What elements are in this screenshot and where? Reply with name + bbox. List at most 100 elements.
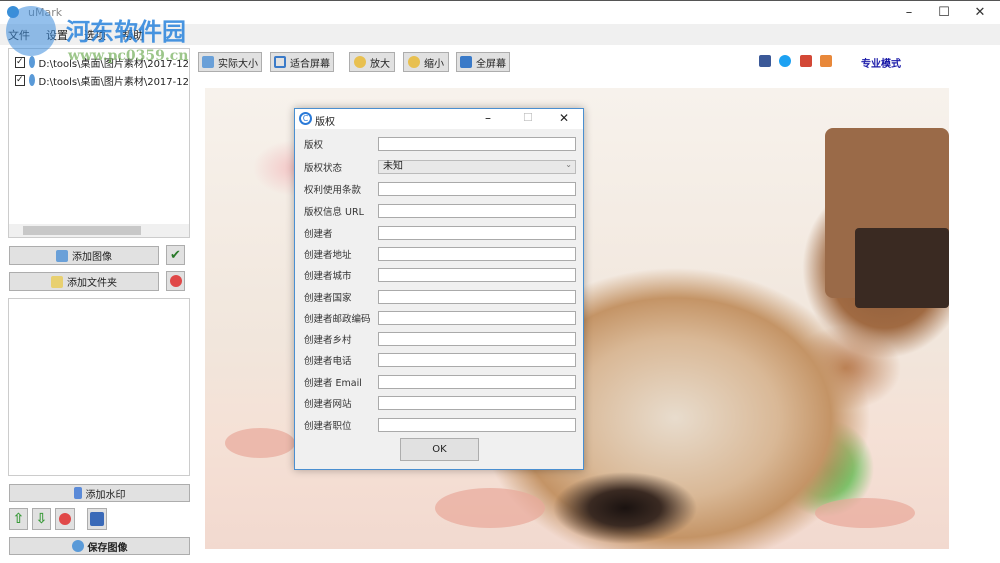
field-row: 创建者电话 bbox=[304, 352, 576, 368]
field-label: 版权 bbox=[304, 140, 324, 151]
field-input[interactable] bbox=[378, 311, 576, 325]
field-input[interactable] bbox=[378, 268, 576, 282]
zoom-out-label: 缩小 bbox=[424, 58, 444, 70]
field-row: 创建者 Email bbox=[304, 374, 576, 390]
field-input[interactable] bbox=[378, 332, 576, 346]
field-row: 版权状态 未知 ⌄ bbox=[304, 159, 576, 175]
field-input[interactable] bbox=[378, 396, 576, 410]
minimize-button[interactable]: – bbox=[893, 3, 925, 23]
field-label: 创建者 Email bbox=[304, 378, 362, 389]
menu-settings[interactable]: 设置 bbox=[38, 24, 76, 46]
close-button[interactable]: ✕ bbox=[964, 3, 996, 23]
facebook-icon[interactable] bbox=[759, 55, 771, 67]
field-input[interactable] bbox=[378, 137, 576, 151]
field-label: 创建者网站 bbox=[304, 399, 352, 410]
move-up-button[interactable]: ⇧ bbox=[9, 508, 28, 530]
app-icon bbox=[7, 6, 19, 18]
add-folder-button[interactable]: 添加文件夹 bbox=[9, 272, 159, 291]
app-title: uMark bbox=[28, 6, 63, 19]
rss-icon[interactable] bbox=[820, 55, 832, 67]
blanket-pattern bbox=[225, 428, 295, 458]
file-item[interactable]: ✓ D:\tools\桌面\图片素材\2017-12 bbox=[9, 71, 189, 89]
google-plus-icon[interactable] bbox=[800, 55, 812, 67]
field-row: 创建者乡村 bbox=[304, 331, 576, 347]
add-folder-label: 添加文件夹 bbox=[67, 278, 117, 289]
zoom-in-label: 放大 bbox=[370, 58, 390, 70]
field-row: 权利使用条款 bbox=[304, 181, 576, 197]
dialog-minimize-button[interactable]: – bbox=[485, 111, 491, 125]
copyright-dialog: C 版权 – ☐ ✕ 版权 版权状态 未知 ⌄ 权利使用条款 版权信息 URL 创建者 创建者… bbox=[294, 108, 584, 470]
pro-mode-link[interactable]: 专业模式 bbox=[861, 55, 901, 70]
file-path: D:\tools\桌面\图片素材\2017-12 bbox=[38, 58, 189, 70]
dialog-maximize-button: ☐ bbox=[523, 111, 533, 124]
field-input[interactable] bbox=[378, 226, 576, 240]
field-input[interactable] bbox=[378, 375, 576, 389]
zoom-in-button[interactable]: 放大 bbox=[349, 52, 395, 72]
add-image-label: 添加图像 bbox=[72, 252, 112, 263]
menu-options[interactable]: 选项 bbox=[76, 24, 114, 46]
field-label: 创建者电话 bbox=[304, 356, 352, 367]
file-list[interactable]: ✓ D:\tools\桌面\图片素材\2017-12 ✓ D:\tools\桌面\图… bbox=[8, 48, 190, 238]
title-bar: uMark – ☐ ✕ bbox=[0, 0, 1000, 24]
toy-box-screen bbox=[855, 228, 949, 308]
add-watermark-label: 添加水印 bbox=[85, 489, 126, 501]
actual-size-icon bbox=[202, 56, 214, 68]
field-input[interactable] bbox=[378, 418, 576, 432]
fullscreen-label: 全屏幕 bbox=[476, 58, 506, 70]
actual-size-button[interactable]: 实际大小 bbox=[198, 52, 262, 72]
floppy-disk-icon bbox=[90, 512, 104, 526]
zoom-out-icon bbox=[408, 56, 420, 68]
check-all-button[interactable]: ✔ bbox=[166, 245, 185, 265]
blanket-pattern bbox=[815, 498, 915, 528]
field-input[interactable] bbox=[378, 247, 576, 261]
blanket-pattern bbox=[435, 488, 545, 528]
checkbox[interactable]: ✓ bbox=[15, 74, 25, 86]
field-row: 创建者职位 bbox=[304, 417, 576, 433]
field-label: 创建者邮政编码 bbox=[304, 314, 371, 325]
fullscreen-button[interactable]: 全屏幕 bbox=[456, 52, 510, 72]
add-image-icon bbox=[56, 249, 68, 262]
fit-screen-label: 适合屏幕 bbox=[290, 58, 330, 70]
field-label: 创建者国家 bbox=[304, 293, 352, 304]
dialog-close-button[interactable]: ✕ bbox=[559, 111, 569, 125]
field-label: 创建者地址 bbox=[304, 250, 352, 261]
file-item[interactable]: ✓ D:\tools\桌面\图片素材\2017-12 bbox=[9, 53, 189, 71]
save-image-button[interactable]: 保存图像 bbox=[9, 537, 190, 555]
zoom-out-button[interactable]: 缩小 bbox=[403, 52, 449, 72]
field-input[interactable] bbox=[378, 290, 576, 304]
zoom-in-icon bbox=[354, 56, 366, 68]
delete-button[interactable] bbox=[55, 508, 75, 530]
field-input[interactable] bbox=[378, 204, 576, 218]
remove-button[interactable] bbox=[166, 271, 185, 291]
add-image-button[interactable]: 添加图像 bbox=[9, 246, 159, 265]
checkbox[interactable]: ✓ bbox=[15, 56, 25, 68]
remove-icon bbox=[169, 275, 182, 287]
ok-button[interactable]: OK bbox=[400, 438, 479, 461]
fullscreen-icon bbox=[460, 56, 472, 68]
field-label: 版权信息 URL bbox=[304, 207, 364, 218]
menu-help[interactable]: 帮助 bbox=[114, 24, 152, 46]
field-label: 创建者职位 bbox=[304, 421, 352, 432]
menu-file[interactable]: 文件 bbox=[0, 24, 38, 46]
field-row: 创建者城市 bbox=[304, 267, 576, 283]
field-label: 创建者 bbox=[304, 229, 333, 240]
field-row: 创建者网站 bbox=[304, 395, 576, 411]
move-down-button[interactable]: ⇩ bbox=[32, 508, 51, 530]
watermark-list[interactable] bbox=[8, 298, 190, 476]
field-row: 创建者地址 bbox=[304, 246, 576, 262]
field-label: 版权状态 bbox=[304, 163, 343, 174]
field-input[interactable] bbox=[378, 182, 576, 196]
add-watermark-button[interactable]: 添加水印 bbox=[9, 484, 190, 502]
field-input[interactable] bbox=[378, 353, 576, 367]
field-row: 创建者国家 bbox=[304, 289, 576, 305]
scrollbar-thumb[interactable] bbox=[23, 226, 141, 235]
save-settings-button[interactable] bbox=[87, 508, 107, 530]
checkmark-icon: ✔ bbox=[170, 247, 181, 263]
copyright-status-select[interactable]: 未知 bbox=[378, 160, 576, 174]
arrow-down-icon: ⇩ bbox=[35, 511, 48, 527]
save-image-icon bbox=[71, 540, 84, 552]
fit-screen-button[interactable]: 适合屏幕 bbox=[270, 52, 334, 72]
maximize-button[interactable]: ☐ bbox=[928, 3, 960, 23]
horizontal-scrollbar[interactable] bbox=[9, 224, 189, 237]
twitter-icon[interactable] bbox=[779, 55, 791, 67]
